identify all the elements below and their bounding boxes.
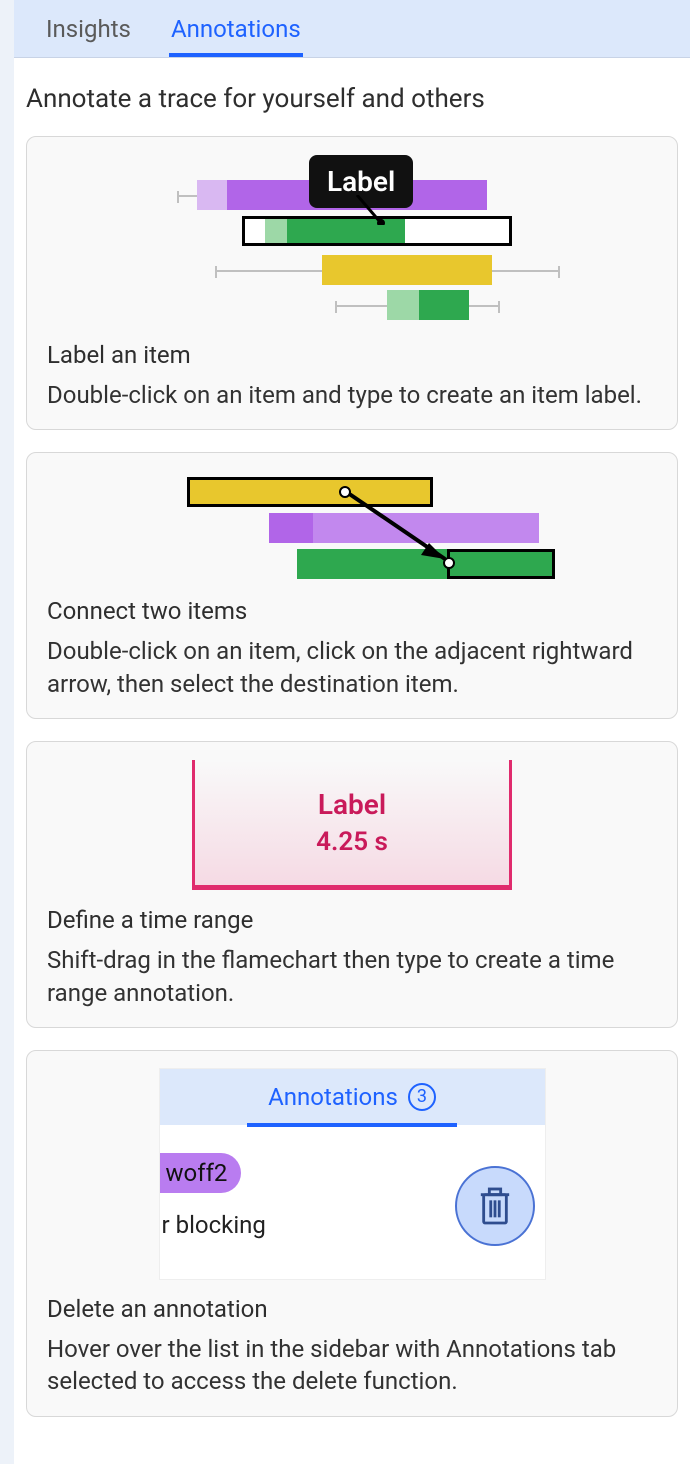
card-delete-annotation: Annotations 3 woff2 r blocking [26, 1050, 678, 1417]
annotation-count-badge: 3 [408, 1083, 436, 1111]
mini-tab-label: Annotations [268, 1083, 398, 1111]
range-label: Label [318, 788, 386, 821]
heading-delete-annotation: Delete an annotation [47, 1295, 657, 1323]
illustration-label-item: Label [47, 155, 657, 335]
mini-tab-annotations[interactable]: Annotations 3 [268, 1083, 436, 1111]
range-time: 4.25 s [316, 827, 388, 857]
desc-time-range: Shift-drag in the flamechart then type t… [47, 944, 657, 1009]
heading-label-item: Label an item [47, 341, 657, 369]
illustration-connect-items [47, 471, 657, 591]
illustration-delete-annotation: Annotations 3 woff2 r blocking [47, 1069, 657, 1289]
delete-annotation-button[interactable] [455, 1166, 535, 1246]
tab-bar: Insights Annotations [14, 0, 690, 58]
desc-connect-items: Double-click on an item, click on the ad… [47, 635, 657, 700]
illustration-time-range: Label 4.25 s [47, 760, 657, 900]
card-time-range: Label 4.25 s Define a time range Shift-d… [26, 741, 678, 1028]
tab-annotations[interactable]: Annotations [151, 0, 321, 57]
desc-label-item: Double-click on an item and type to crea… [47, 379, 657, 411]
card-connect-items: Connect two items Double-click on an ite… [26, 452, 678, 719]
tab-insights[interactable]: Insights [26, 0, 151, 57]
heading-time-range: Define a time range [47, 906, 657, 934]
page-title: Annotate a trace for yourself and others [26, 84, 678, 114]
heading-connect-items: Connect two items [47, 597, 657, 625]
annotation-chip[interactable]: woff2 [160, 1153, 242, 1193]
desc-delete-annotation: Hover over the list in the sidebar with … [47, 1333, 657, 1398]
trash-icon [478, 1186, 512, 1226]
card-label-item: Label Label an item Double-click on an i… [26, 136, 678, 430]
